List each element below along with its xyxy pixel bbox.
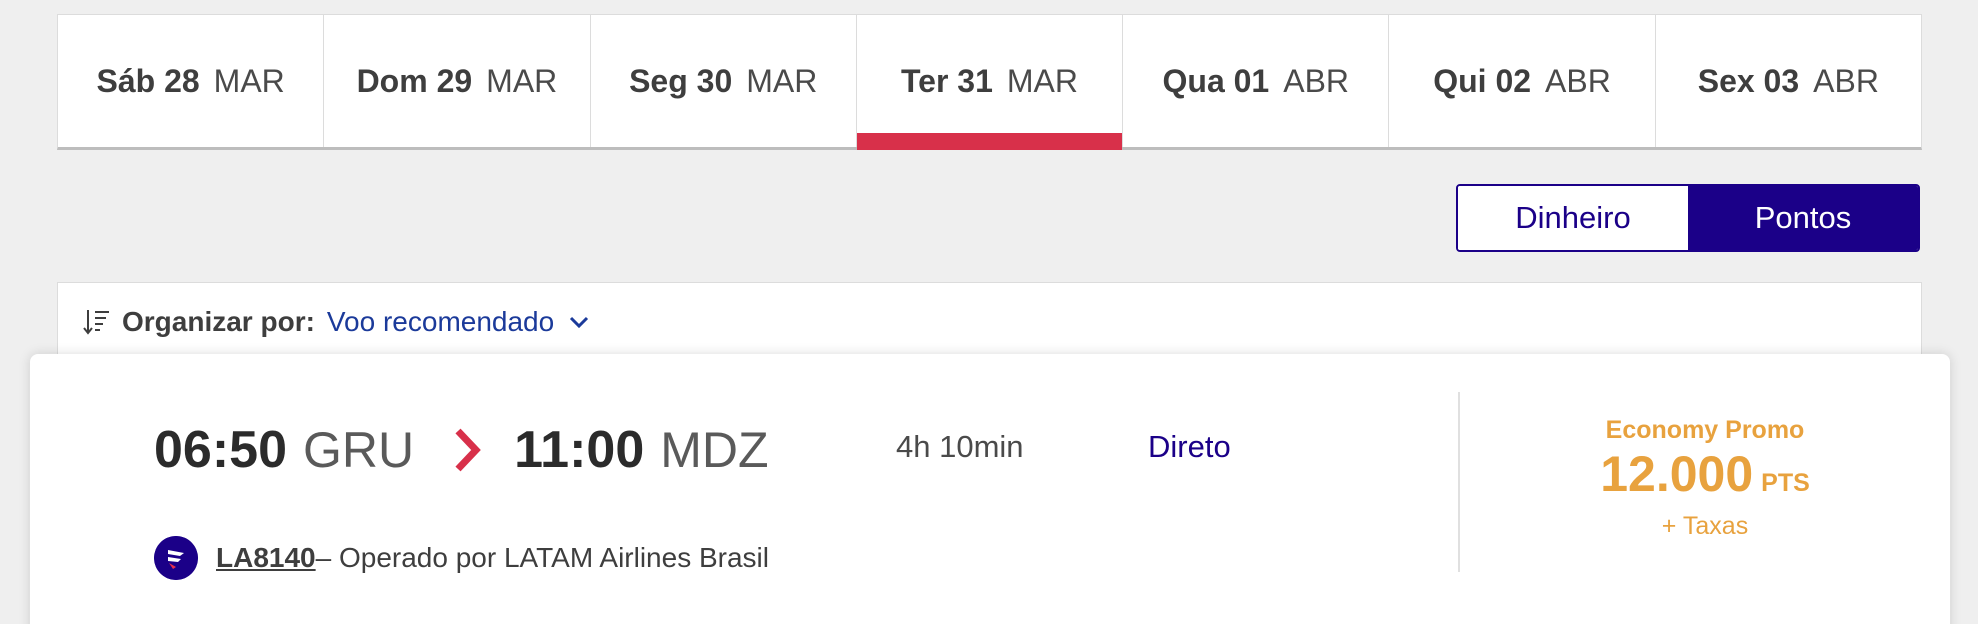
departure-airport: GRU: [303, 422, 415, 478]
date-tab-month: MAR: [486, 62, 558, 99]
date-tab-seg-30[interactable]: Seg 30 MAR: [591, 15, 857, 147]
date-tab-sex-03[interactable]: Sex 03 ABR: [1656, 15, 1921, 147]
date-tab-day: Ter 31: [900, 62, 993, 99]
date-tab-day: Seg 30: [629, 62, 733, 99]
date-selector: Sáb 28 MAR Dom 29 MAR Seg 30 MAR Ter 31 …: [57, 14, 1922, 150]
date-tab-day: Sex 03: [1697, 62, 1800, 99]
flight-stops[interactable]: Direto: [1148, 429, 1231, 465]
date-tab-ter-31[interactable]: Ter 31 MAR: [856, 15, 1124, 150]
flight-number-link[interactable]: LA8140: [216, 542, 316, 574]
date-tab-day: Qui 02: [1433, 62, 1532, 99]
chevron-down-icon[interactable]: [568, 311, 590, 333]
chevron-right-icon: [455, 428, 481, 472]
points-option[interactable]: Pontos: [1688, 186, 1918, 250]
arrival-time: 11:00: [514, 421, 645, 479]
flight-card[interactable]: 06:50 GRU 11:00 MDZ 4h 10min Direto Econ…: [30, 354, 1950, 624]
operated-by-text: – Operado por LATAM Airlines Brasil: [315, 542, 769, 573]
date-tab-day: Dom 29: [356, 62, 473, 99]
date-tab-qua-01[interactable]: Qua 01 ABR: [1123, 15, 1390, 147]
flight-times: 06:50 GRU 11:00 MDZ: [154, 420, 769, 480]
flight-duration: 4h 10min: [896, 429, 1024, 464]
fare-price-value: 12.000: [1600, 446, 1754, 502]
date-tab-month: ABR: [1283, 62, 1350, 99]
sort-label: Organizar por:: [122, 306, 315, 337]
currency-toggle: Dinheiro Pontos: [1456, 184, 1920, 252]
date-tab-sab-28[interactable]: Sáb 28 MAR: [58, 15, 325, 147]
operator-info: LA8140 – Operado por LATAM Airlines Bras…: [154, 536, 769, 580]
money-option[interactable]: Dinheiro: [1458, 186, 1688, 250]
sort-lines-icon: [83, 310, 109, 335]
fare-box[interactable]: Economy Promo 12.000 PTS + Taxas: [1460, 416, 1950, 541]
departure-time: 06:50: [154, 421, 287, 479]
date-tab-day: Qua 01: [1162, 62, 1270, 99]
date-tab-month: ABR: [1813, 62, 1879, 99]
date-tab-day: Sáb 28: [96, 62, 200, 99]
fare-taxes: + Taxas: [1661, 512, 1749, 540]
fare-class: Economy Promo: [1605, 416, 1805, 444]
latam-logo-icon: [154, 536, 198, 580]
arrival-airport: MDZ: [660, 422, 769, 478]
date-tab-month: MAR: [213, 62, 285, 99]
date-tab-month: MAR: [1006, 62, 1078, 99]
date-tab-qui-02[interactable]: Qui 02 ABR: [1389, 15, 1656, 147]
fare-price: 12.000 PTS: [1460, 445, 1950, 512]
date-tab-dom-29[interactable]: Dom 29 MAR: [324, 15, 591, 147]
sort-bar: Organizar por: Voo recomendado: [57, 282, 1922, 362]
sort-dropdown[interactable]: Voo recomendado: [327, 306, 554, 338]
date-tab-month: MAR: [746, 62, 818, 99]
date-tab-month: ABR: [1545, 62, 1611, 99]
fare-price-unit: PTS: [1761, 469, 1810, 497]
